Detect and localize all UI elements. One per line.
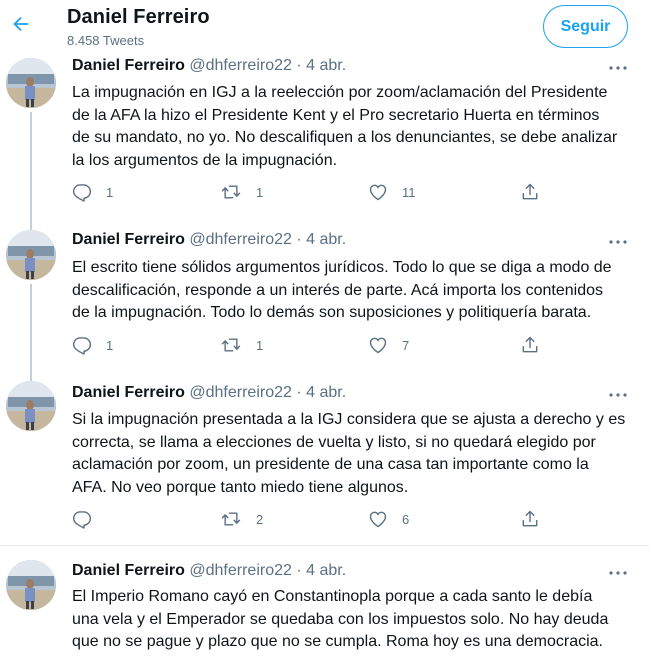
tweet-header: Daniel Ferreiro @dhferreiro22 · 4 abr. <box>72 57 346 75</box>
author-name[interactable]: Daniel Ferreiro <box>72 562 185 579</box>
heart-icon <box>369 511 387 528</box>
profile-name: Daniel Ferreiro <box>67 6 210 28</box>
author-name[interactable]: Daniel Ferreiro <box>72 384 185 401</box>
thread-line <box>30 284 32 375</box>
author-meta[interactable]: @dhferreiro22 · 4 abr. <box>189 384 346 401</box>
tweet[interactable]: Daniel Ferreiro @dhferreiro22 · 4 abr. E… <box>0 546 649 656</box>
tweet[interactable]: Daniel Ferreiro @dhferreiro22 · 4 abr. L… <box>0 52 649 227</box>
retweet-icon <box>221 512 241 526</box>
more-icon <box>609 66 627 70</box>
avatar[interactable] <box>6 381 56 431</box>
retweet-button[interactable]: 1 <box>220 335 263 355</box>
share-icon <box>522 336 538 353</box>
tweet-actions: 1 1 11 <box>72 182 552 204</box>
thread-line <box>30 112 32 227</box>
tweet[interactable]: Daniel Ferreiro @dhferreiro22 · 4 abr. E… <box>0 227 649 375</box>
tweet-count: 8.458 Tweets <box>67 33 145 48</box>
back-button[interactable] <box>6 9 36 39</box>
reply-button[interactable]: 1 <box>72 182 113 202</box>
tweet-actions: 1 1 7 <box>72 335 552 357</box>
reply-count: 1 <box>106 184 114 200</box>
more-icon <box>609 240 627 244</box>
tweet-text: El Imperio Romano cayó en Constantinopla… <box>72 588 609 650</box>
share-icon <box>522 510 538 527</box>
more-icon <box>609 571 627 575</box>
tweet[interactable]: Daniel Ferreiro @dhferreiro22 · 4 abr. S… <box>0 375 649 543</box>
avatar-photo <box>6 560 56 610</box>
tweet-header: Daniel Ferreiro @dhferreiro22 · 4 abr. <box>72 562 346 580</box>
author-name[interactable]: Daniel Ferreiro <box>72 57 185 74</box>
more-icon <box>609 393 627 397</box>
share-button[interactable] <box>520 335 540 355</box>
retweet-icon <box>221 338 241 352</box>
author-meta[interactable]: @dhferreiro22 · 4 abr. <box>189 231 346 248</box>
avatar-photo <box>6 58 56 108</box>
share-button[interactable] <box>520 182 540 202</box>
like-button[interactable]: 6 <box>368 509 409 529</box>
heart-icon <box>369 184 387 201</box>
author-name[interactable]: Daniel Ferreiro <box>72 231 185 248</box>
retweet-count: 1 <box>256 184 264 200</box>
more-options-button[interactable] <box>607 388 629 402</box>
tweet-header: Daniel Ferreiro @dhferreiro22 · 4 abr. <box>72 384 346 402</box>
retweet-button[interactable]: 2 <box>220 509 263 529</box>
tweet-text: El escrito tiene sólidos argumentos jurí… <box>72 259 612 321</box>
like-button[interactable]: 7 <box>368 335 409 355</box>
arrow-left-icon <box>13 16 29 32</box>
more-options-button[interactable] <box>607 566 629 580</box>
like-count: 6 <box>402 511 410 527</box>
heart-icon <box>369 337 387 354</box>
retweet-count: 2 <box>256 511 264 527</box>
reply-button[interactable]: 1 <box>72 335 113 355</box>
avatar-photo <box>6 230 56 280</box>
like-count: 7 <box>402 337 410 353</box>
share-button[interactable] <box>520 509 540 529</box>
share-icon <box>522 183 538 200</box>
tweet-text: Si la impugnación presentada a la IGJ co… <box>72 411 626 496</box>
reply-button[interactable] <box>72 509 106 529</box>
author-meta[interactable]: @dhferreiro22 · 4 abr. <box>189 562 346 579</box>
retweet-icon <box>221 185 241 199</box>
more-options-button[interactable] <box>607 235 629 249</box>
like-count: 11 <box>402 184 416 200</box>
reply-count: 1 <box>106 337 114 353</box>
tweet-text: La impugnación en IGJ a la reelección po… <box>72 84 618 169</box>
retweet-count: 1 <box>256 337 264 353</box>
reply-icon <box>72 337 92 355</box>
retweet-button[interactable]: 1 <box>220 182 263 202</box>
author-meta[interactable]: @dhferreiro22 · 4 abr. <box>189 57 346 74</box>
more-options-button[interactable] <box>607 61 629 75</box>
avatar[interactable] <box>6 58 56 108</box>
tweet-actions: 2 6 <box>72 509 552 531</box>
avatar[interactable] <box>6 560 56 610</box>
avatar[interactable] <box>6 230 56 280</box>
like-button[interactable]: 11 <box>368 182 416 202</box>
reply-icon <box>72 184 92 202</box>
avatar-photo <box>6 381 56 431</box>
tweet-header: Daniel Ferreiro @dhferreiro22 · 4 abr. <box>72 231 346 249</box>
profile-header: Daniel Ferreiro 8.458 Tweets Seguir <box>0 0 649 53</box>
reply-icon <box>72 511 92 529</box>
follow-button[interactable]: Seguir <box>543 5 628 48</box>
